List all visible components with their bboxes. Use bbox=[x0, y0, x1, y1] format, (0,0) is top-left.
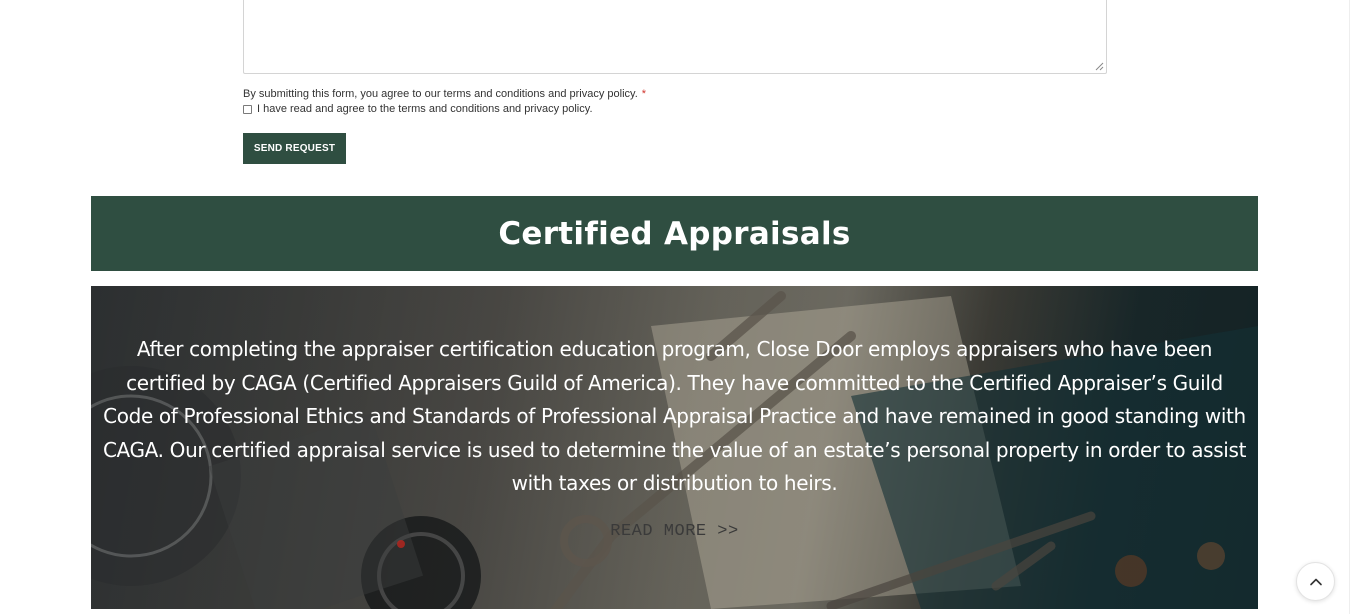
scroll-to-top-button[interactable] bbox=[1296, 562, 1335, 601]
hero-image-panel: After completing the appraiser certifica… bbox=[91, 286, 1258, 609]
resize-grip-icon[interactable] bbox=[1095, 62, 1104, 71]
terms-checkbox-row[interactable]: I have read and agree to the terms and c… bbox=[243, 102, 593, 116]
terms-checkbox-label[interactable]: I have read and agree to the terms and c… bbox=[257, 103, 593, 115]
required-marker: * bbox=[641, 88, 647, 100]
chevron-up-icon bbox=[1309, 578, 1322, 585]
consent-notice-text: By submitting this form, you agree to ou… bbox=[243, 88, 638, 100]
section-banner: Certified Appraisals bbox=[91, 196, 1258, 271]
read-more-link[interactable]: READ MORE >> bbox=[91, 522, 1258, 541]
section-title: Certified Appraisals bbox=[498, 215, 851, 252]
send-request-button[interactable]: SEND REQUEST bbox=[243, 133, 346, 164]
message-textarea[interactable] bbox=[243, 0, 1107, 74]
consent-notice: By submitting this form, you agree to ou… bbox=[243, 88, 646, 100]
terms-checkbox[interactable] bbox=[243, 104, 252, 114]
section-body-text: After completing the appraiser certifica… bbox=[102, 337, 1247, 495]
